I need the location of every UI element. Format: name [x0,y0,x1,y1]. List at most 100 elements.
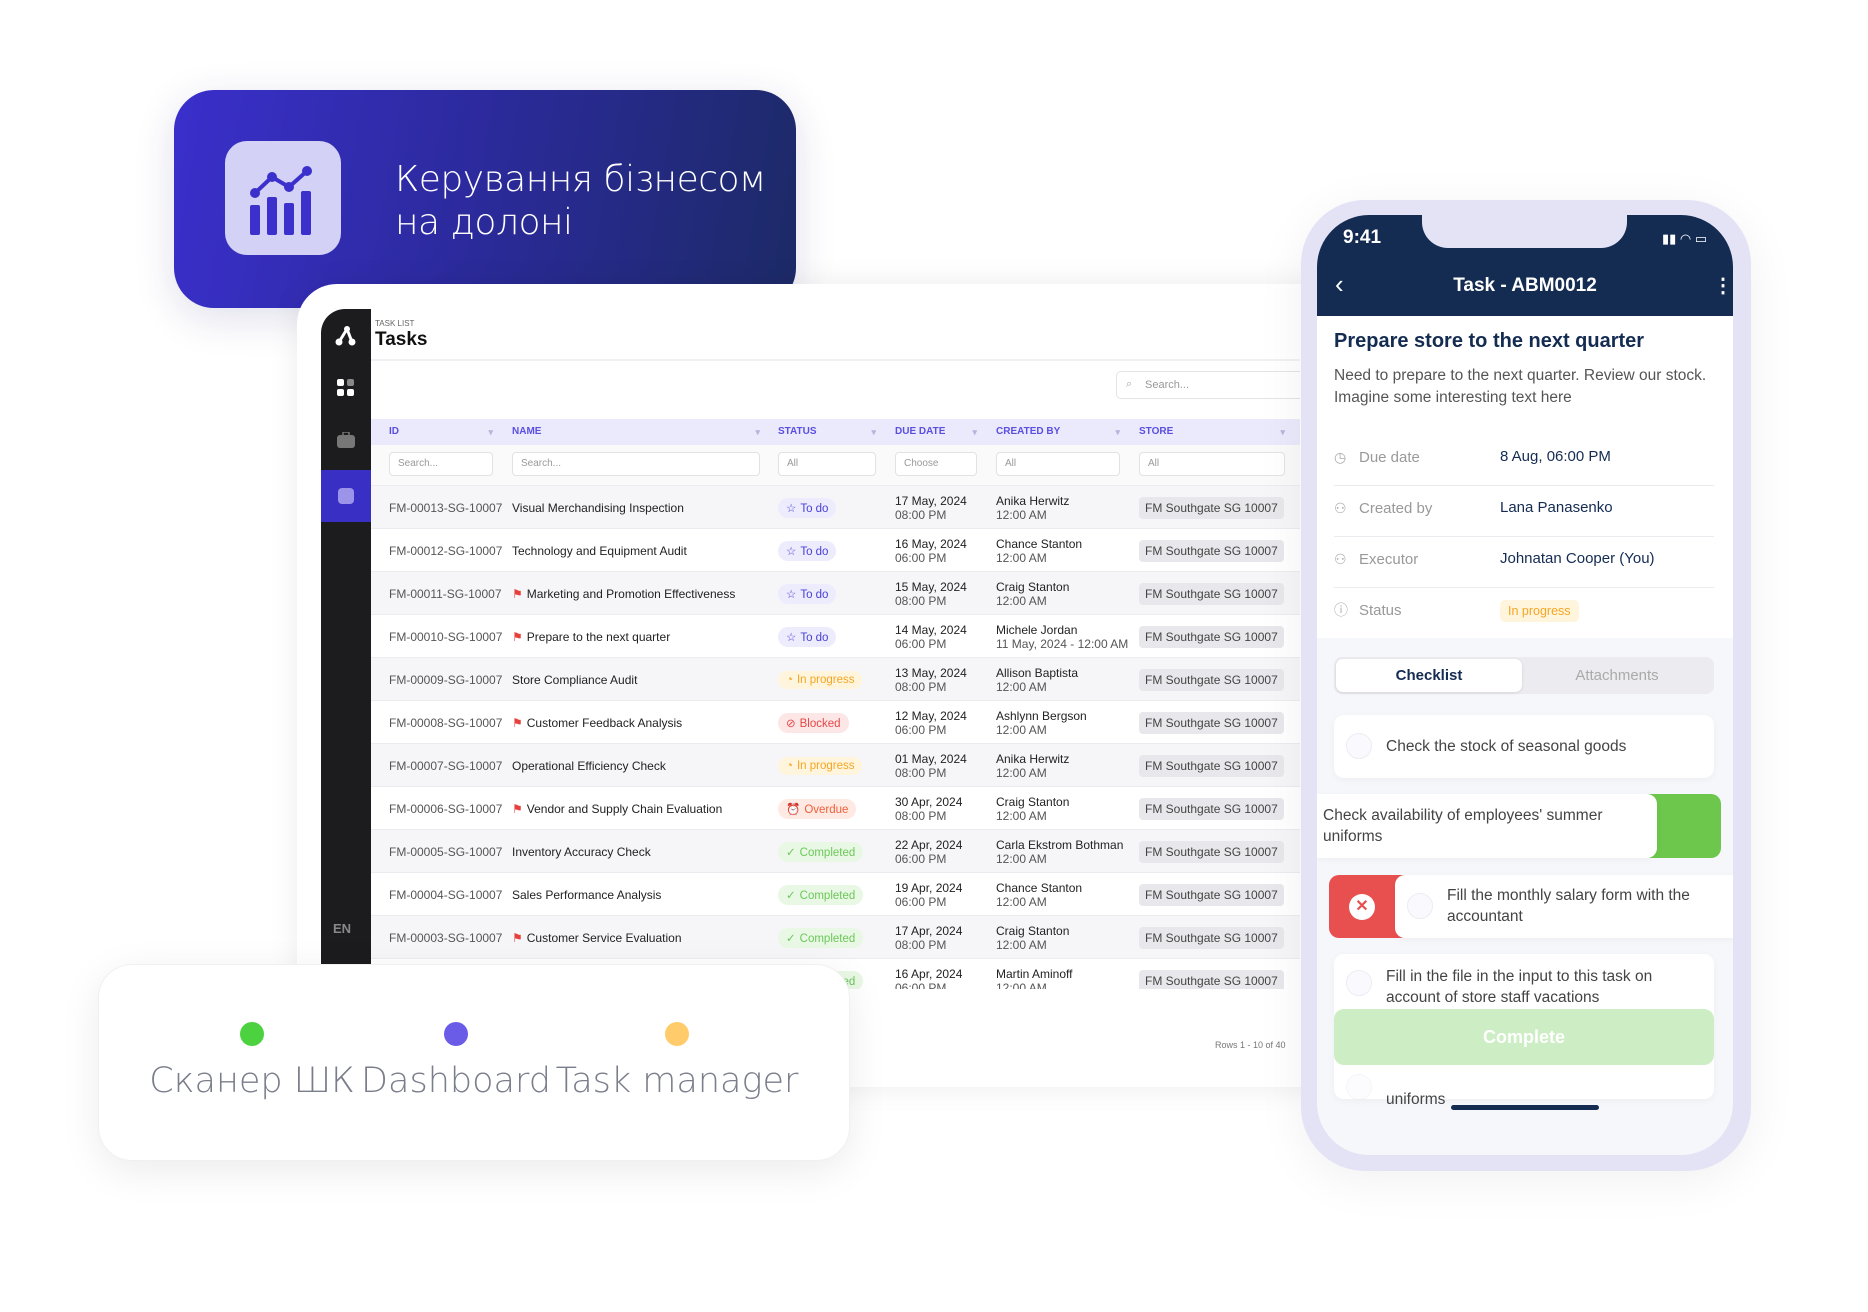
status-cell: ✓Completed [778,830,864,873]
task-name[interactable]: Operational Efficiency Check [512,744,666,787]
table-row[interactable]: FM-00006-SG-10007 ⚑ Vendor and Supply Chai… [371,786,1300,829]
home-indicator [1451,1105,1599,1110]
created-by: Ashlynn Bergson 12:00 AM [996,701,1087,744]
checkbox[interactable] [1407,893,1433,919]
task-name[interactable]: Sales Performance Analysis [512,873,661,916]
due-date-text: 22 Apr, 2024 [895,837,963,852]
sidebar-item-tasks[interactable] [321,470,371,522]
due-date-text: 15 May, 2024 [895,579,967,594]
language-switch[interactable]: EN [333,921,351,936]
store-tag: FM Southgate SG 10007 [1139,926,1284,949]
task-name[interactable]: ⚑ Vendor and Supply Chain Evaluation [512,787,722,830]
sort-icon[interactable]: ▾ [871,419,876,445]
logo-icon[interactable] [335,325,357,353]
column-header[interactable]: STORE ▾ [1139,419,1289,445]
checklist-item[interactable]: Fill the monthly salary form with the ac… [1395,875,1733,938]
complete-button[interactable]: Complete [1334,1009,1714,1065]
status-icon: ☆ [786,588,797,601]
task-info: Prepare store to the next quarter Need t… [1317,316,1733,638]
store-tag: FM Southgate SG 10007 [1139,840,1284,863]
sort-icon[interactable]: ▾ [1115,419,1120,445]
column-filter[interactable]: Search... [389,452,493,476]
task-name[interactable]: ⚑ Prepare to the next quarter [512,615,670,658]
task-name-text: Customer Feedback Analysis [526,715,683,730]
sort-icon[interactable]: ▾ [488,419,493,445]
table-row[interactable]: FM-00011-SG-10007 ⚑ Marketing and Promotio… [371,571,1300,614]
banner-title: Керування бізнесом на долоні [395,158,766,244]
task-id: FM-00011-SG-10007 [389,572,502,615]
sort-icon[interactable]: ▾ [755,419,760,445]
created-time: 12:00 AM [996,550,1047,565]
task-name[interactable]: Inventory Accuracy Check [512,830,651,873]
search-input[interactable]: ⌕ Search... [1116,371,1300,399]
checkbox[interactable] [1346,1074,1372,1100]
checklist-item[interactable]: Check availability of employees' summer … [1317,794,1657,858]
user-check-icon: ⚇ [1334,551,1347,567]
task-header-title: Task - ABM0012 [1453,275,1597,296]
column-header[interactable]: CREATED BY ▾ [996,419,1124,445]
table-row[interactable]: FM-00009-SG-10007 Store Compliance Audit ◔… [371,657,1300,700]
column-header[interactable]: NAME ▾ [512,419,764,445]
info-row: ⚇ Created by Lana Panasenko [1334,486,1714,537]
table-row[interactable]: FM-00012-SG-10007 Technology and Equipmen… [371,528,1300,571]
task-name-text: Operational Efficiency Check [512,758,666,773]
column-filter[interactable]: Choose [895,452,977,476]
sort-icon[interactable]: ▾ [972,419,977,445]
task-name[interactable]: Visual Merchandising Inspection [512,486,684,529]
briefcase-icon[interactable] [337,431,355,453]
table-row[interactable]: FM-00010-SG-10007 ⚑ Prepare to the next qu… [371,614,1300,657]
tab-attachments[interactable]: Attachments [1524,659,1710,692]
task-name-text: Inventory Accuracy Check [512,844,651,859]
store: FM Southgate SG 10007 [1139,916,1284,959]
store: FM Southgate SG 10007 [1139,615,1284,658]
feature-dot [240,1022,264,1046]
store: FM Southgate SG 10007 [1139,959,1284,989]
sort-icon[interactable]: ▾ [1280,419,1285,445]
column-header[interactable]: STATUS ▾ [778,419,880,445]
column-filter[interactable]: All [1139,452,1285,476]
task-name[interactable]: ⚑ Customer Feedback Analysis [512,701,682,744]
table-row[interactable]: FM-00007-SG-10007 Operational Efficiency … [371,743,1300,786]
status-icon: ✓ [786,932,796,945]
info-value: Johnatan Cooper (You) [1500,550,1655,567]
column-header[interactable]: DUE DATE ▾ [895,419,981,445]
task-name-text: Vendor and Supply Chain Evaluation [526,801,723,816]
task-name[interactable]: ⚑ Customer Service Evaluation [512,916,682,959]
column-filter[interactable]: All [778,452,876,476]
store-tag: FM Southgate SG 10007 [1139,754,1284,777]
store: FM Southgate SG 10007 [1139,701,1284,744]
features-card: Сканер ШК Dashboard Task manager [98,964,850,1161]
column-filter[interactable]: All [996,452,1120,476]
task-name[interactable]: ⚑ Marketing and Promotion Effectiveness [512,572,735,615]
status-text: Completed [799,889,856,902]
table-row[interactable]: FM-00013-SG-10007 Visual Merchandising In… [371,485,1300,528]
table-row[interactable]: FM-00003-SG-10007 ⚑ Customer Service Evalu… [371,915,1300,958]
checkbox[interactable] [1346,970,1372,996]
column-header-label: NAME [512,426,542,437]
created-by: Craig Stanton 12:00 AM [996,572,1069,615]
created-time: 12:00 AM [996,765,1047,780]
banner-title-line1: Керування бізнесом [395,159,766,200]
task-description: Need to prepare to the next quarter. Rev… [1334,367,1707,406]
tab-checklist[interactable]: Checklist [1336,659,1522,692]
task-id-text: FM-00005-SG-10007 [389,844,503,859]
table-row[interactable]: FM-00005-SG-10007 Inventory Accuracy Chec… [371,829,1300,872]
due-date: 13 May, 2024 08:00 PM [895,658,967,701]
more-icon[interactable]: ⋮ [1713,273,1733,298]
status-text: To do [800,631,829,644]
table-row[interactable]: FM-00008-SG-10007 ⚑ Customer Feedback Anal… [371,700,1300,743]
info-value: Lana Panasenko [1500,499,1613,516]
user-add-icon: ⚇ [1334,500,1347,516]
checklist-item[interactable]: Check the stock of seasonal goods [1334,715,1714,778]
task-title: Prepare store to the next quarter [1334,330,1645,352]
task-name[interactable]: Store Compliance Audit [512,658,637,701]
task-name-text: Prepare to the next quarter [526,629,671,644]
column-header-label: DUE DATE [895,426,946,437]
checkbox[interactable] [1346,733,1372,759]
table-row[interactable]: FM-00004-SG-10007 Sales Performance Analy… [371,872,1300,915]
column-filter[interactable]: Search... [512,452,760,476]
task-name[interactable]: Technology and Equipment Audit [512,529,687,572]
column-header[interactable]: ID ▾ [389,419,497,445]
phone-screen: 9:41 ▮▮ ◠ ▭ ‹ Task - ABM0012 ⋮ Prepare s… [1317,215,1733,1155]
grid-icon[interactable] [337,379,355,402]
